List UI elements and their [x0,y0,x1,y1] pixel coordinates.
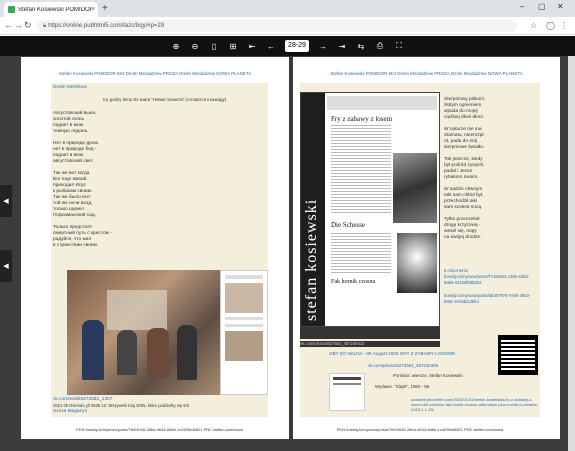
menu-icon[interactable]: ⋮ [560,21,568,30]
zoom-in-icon[interactable]: ⊕ [171,42,181,51]
forward-button[interactable]: → [14,20,23,30]
last-page-icon[interactable]: ⇥ [337,42,347,51]
favicon-icon [8,6,15,13]
poem: Августовский вьюн, золотой огонь падает в … [53,111,163,249]
tab-title: Stefan Kosiewski POMIDOR M [18,6,91,13]
url-text: https://online.pubhtml5.com/tazc/bqy/#p=… [48,23,165,29]
sidebar-toggle-button[interactable]: ◀ [0,185,12,217]
vk-link[interactable]: vk.com/photo48272552_457240495 [368,363,438,369]
page-footer: PKN bossily.tz/mysova/posts/7fe04045-28b… [76,427,243,432]
cover-line-1: Fry z zabawy z losem [331,115,393,123]
minimize-icon[interactable]: – [520,2,524,11]
scrollbar[interactable] [568,56,575,451]
profile-icon[interactable]: ◯ [546,21,555,30]
page-number-input[interactable]: 28-29 [285,40,309,52]
social-post-screenshot [220,270,268,395]
url-field[interactable]: 🔒︎ https://online.pubhtml5.com/tazc/bqy/#… [37,20,517,32]
maximize-icon[interactable]: ▢ [538,2,546,11]
right-page: Stefan Kosiewski POMIDOR M/4 Dmitri Mind… [293,57,560,439]
photo-caption-2[interactable]: Szova Magazyn [53,409,87,415]
sowa-link[interactable]: sowarbe.jimdofree.com/2023/01/31/stefan-… [411,397,539,412]
viewer-toolbar: ⊕ ⊖ ▯ ⊞ ⇤ ← 28-29 → ⇥ ⇆ ⎙ ⛶ [0,36,575,56]
qr-code[interactable] [498,335,538,375]
close-window-icon[interactable]: ✕ [557,2,564,11]
share-icon[interactable]: ⇆ [356,42,366,51]
page-footer: PKN bossily.tz/mysova/posts/7fe04045-28b… [336,427,504,432]
star-icon[interactable]: ☆ [530,21,537,30]
bookmark-icon[interactable]: ▯ [209,42,219,51]
prev-flip-button[interactable]: ◀ [0,250,12,282]
close-tab-icon[interactable]: × [91,6,95,13]
group-photo [67,270,220,395]
address-bar: ← → ↻ 🔒︎ https://online.pubhtml5.com/tazc… [0,17,575,35]
cover-line-2: Die Schesse [331,221,366,229]
zoom-out-icon[interactable]: ⊖ [190,42,200,51]
link-4[interactable]: vk.com/photo4827552_457240412 [300,341,440,347]
page-header: Stefan Kosiewski POMIDOR M/4 Dmitri Mind… [330,71,523,76]
print-icon[interactable]: ⎙ [375,41,385,51]
poem-line: в странствии своем. [53,243,99,248]
thumbnails-icon[interactable]: ⊞ [228,42,238,51]
back-button[interactable]: ← [4,20,13,30]
pomidor-thumbnail [329,373,365,411]
first-page-icon[interactable]: ⇤ [247,42,257,51]
prev-page-icon[interactable]: ← [266,42,276,51]
pomidor-text: Pomidor: wiersze. Stefan Kosiewski [393,373,463,378]
book-cover-image: stefan kosiewski Fry z zabawy z losem Di… [300,92,440,327]
new-tab-button[interactable]: + [102,3,108,14]
author-link[interactable]: Dmitri Melnikow [53,85,87,91]
poem: Sterpniowy piskorz, złotym ognieniem wpada… [444,97,534,241]
cover-line-3: Fak hornik czosnu [331,279,376,285]
browser-tab[interactable]: Stefan Kosiewski POMIDOR M × [4,2,98,17]
page-header: Stefan Kosiewski POMIDOR M/4 Dmitri Mind… [58,71,252,76]
cover-title: stefan kosiewski [303,198,320,321]
tab-bar: Stefan Kosiewski POMIDOR M × + – ▢ ✕ [0,0,575,17]
next-page-icon[interactable]: → [318,42,328,51]
epigraph: Icy godny temu Из книги "Новая планета" … [103,97,227,102]
left-page: Stefan Kosiewski POMIDOR M/4 Dmitri Mind… [21,57,289,439]
link-3[interactable]: bossily.io/mysova/posts/a6307979-7e0b-49… [444,293,538,305]
image-caption-bar [300,327,440,339]
lock-icon: 🔒︎ [43,23,47,29]
fullscreen-icon[interactable]: ⛶ [394,41,404,51]
wydawn-text: Wydawn. "Śląsk", 1983 - 59 [375,384,430,389]
link-2[interactable]: bossily.io/mysova/posts/f7d34843-1380-4d… [444,274,538,286]
reload-button[interactable]: ↻ [24,20,32,31]
poem-line: na swojej drodze. [444,235,482,240]
